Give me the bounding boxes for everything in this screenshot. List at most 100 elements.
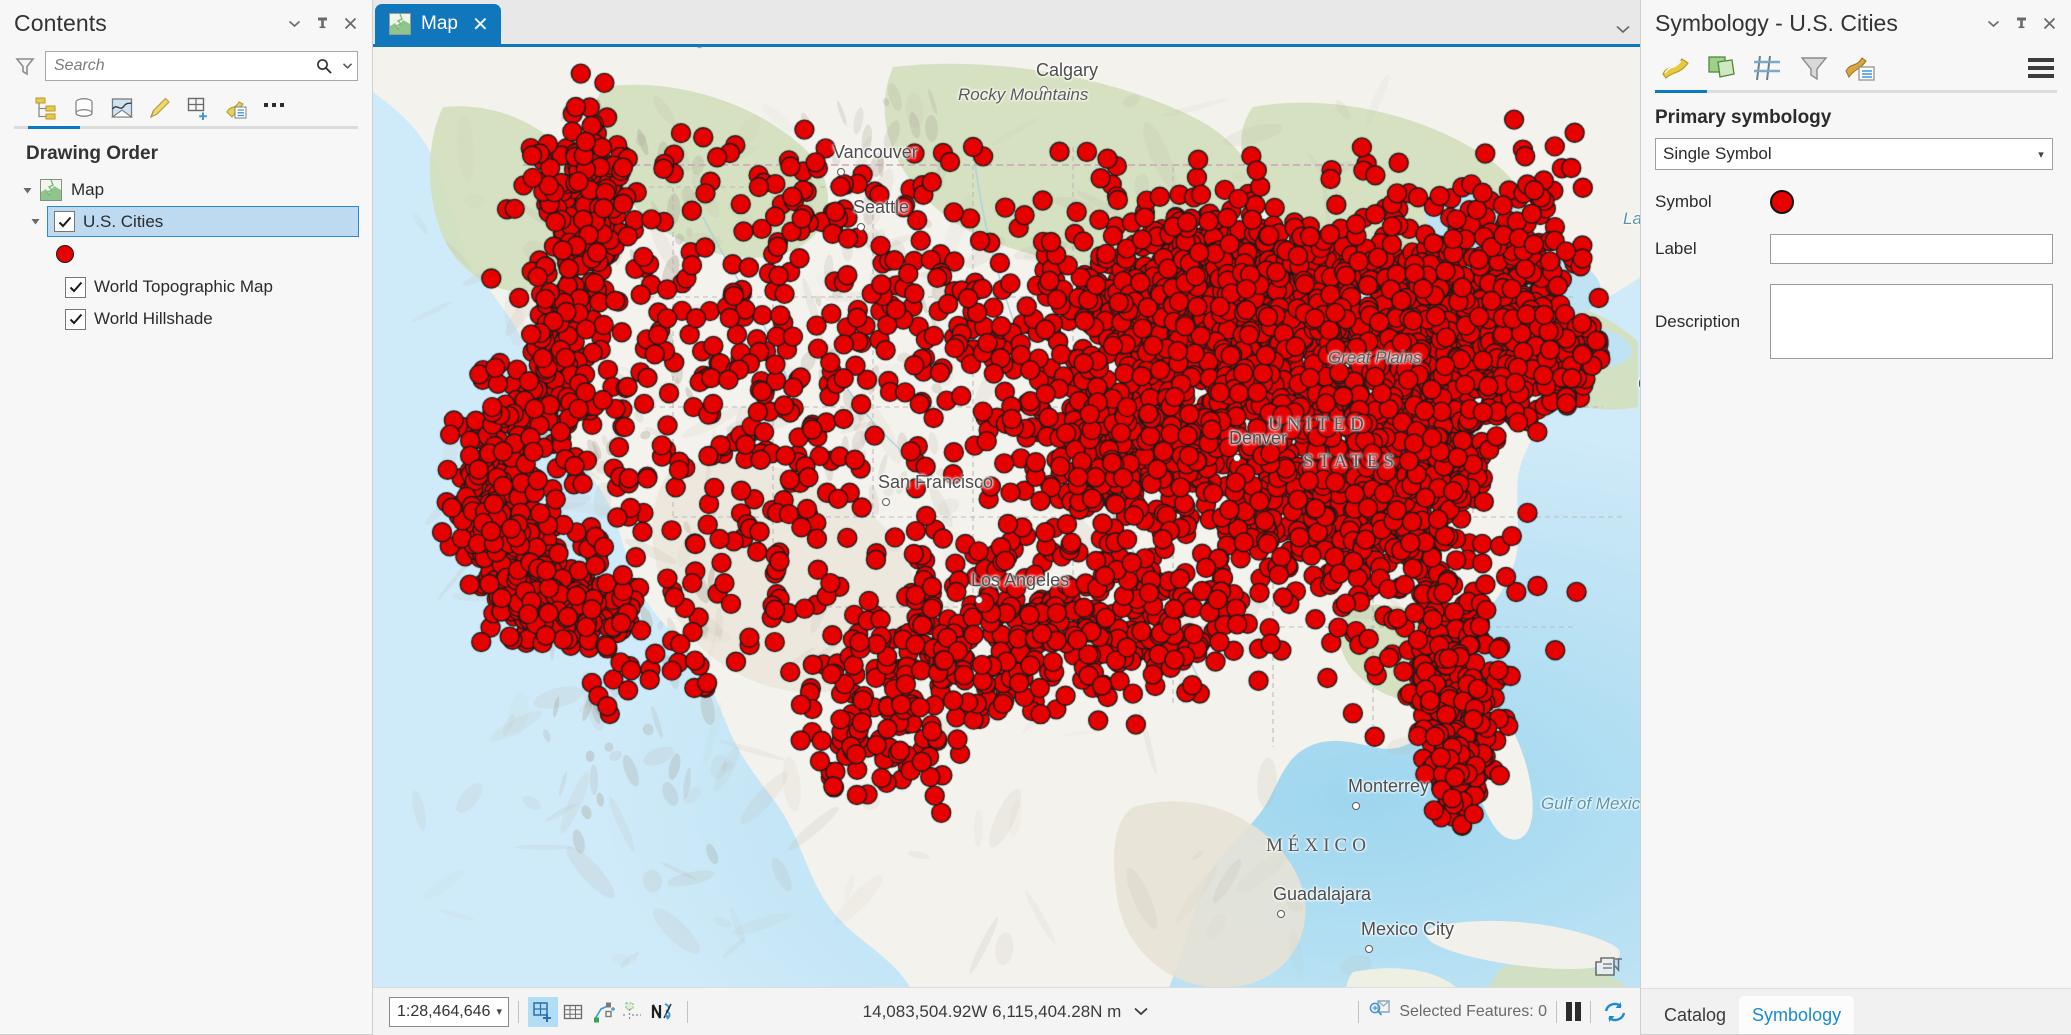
map-coordinates-value: 14,083,504.92W 6,115,404.28N m [863,1002,1122,1022]
description-row: Description [1655,284,2053,359]
status-bar-right: Selected Features: 0 [1349,997,1630,1027]
refresh-icon[interactable] [1600,997,1630,1027]
basemap-city-dot-icon [882,498,890,506]
list-by-selection-icon[interactable] [104,91,140,125]
contents-tab-underline [14,126,358,129]
symbology-display-tab[interactable] [1839,49,1881,87]
pause-drawing-icon[interactable] [1566,1002,1581,1021]
label-input[interactable] [1770,234,2053,264]
tab-map[interactable]: Map ✕ [375,4,501,44]
layer-visibility-checkbox[interactable] [65,277,86,298]
list-by-data-source-icon[interactable] [66,91,102,125]
more-options-icon[interactable] [256,91,292,125]
tab-catalog[interactable]: Catalog [1651,996,1739,1034]
basemap-city-dot-icon [1233,454,1241,462]
explore-tool-icon[interactable] [528,997,558,1027]
description-field-label: Description [1655,312,1770,332]
tabstrip-overflow-chevron-icon[interactable] [1614,23,1632,38]
symbology-chevron-down-icon[interactable] [1979,9,2007,37]
selected-features-status[interactable]: Selected Features: 0 [1368,998,1547,1025]
layer-visibility-checkbox[interactable] [65,309,86,330]
symbol-row: Symbol [1655,190,2053,214]
symbology-layers-tab[interactable] [1701,49,1743,87]
divider [1590,1001,1591,1023]
selected-features-label: Selected Features: 0 [1399,1003,1547,1021]
expand-triangle-icon[interactable] [26,216,44,227]
symbology-tab-underline [1655,90,2057,93]
tree-item-world-hillshade[interactable]: World Hillshade [0,303,372,335]
map-scale-combo[interactable]: 1:28,464,646 ▾ [389,997,509,1027]
symbology-variables-tab[interactable] [1793,49,1835,87]
contents-pane: Contents Search Drawing Order Map U.S. C… [0,0,373,1035]
symbology-body: Primary symbology Single Symbol ▾ Symbol… [1641,93,2071,359]
list-by-labeling-icon[interactable] [218,91,254,125]
contents-search-row [0,46,372,82]
tree-item-label: U.S. Cities [83,212,163,232]
symbol-swatch-button[interactable] [1770,190,1794,214]
tree-item-label: Map [71,180,104,200]
filter-icon[interactable] [14,55,36,77]
tree-item-map[interactable]: Map [0,174,372,206]
hamburger-menu-icon[interactable] [2023,53,2059,83]
symbology-close-icon[interactable] [2035,9,2063,37]
primary-symbology-label: Primary symbology [1655,107,2053,129]
divider [1358,1001,1359,1023]
basemap-city-dot-icon [1352,802,1360,810]
list-by-drawing-order-icon[interactable] [28,91,64,125]
search-box[interactable] [45,51,358,81]
us-cities-point-layer [373,47,1640,987]
description-input[interactable] [1770,284,2053,359]
contents-toolbar [0,82,372,126]
tree-item-label: World Hillshade [94,309,213,329]
tab-close-icon[interactable]: ✕ [468,12,489,37]
measure-icon[interactable] [618,997,648,1027]
dock-pane-tabs: Catalog Symbology [1641,988,2071,1034]
contents-chevron-down-icon[interactable] [280,9,308,37]
map-area: Map ✕ Calgary Vancouver Seattle San Francis… [373,0,1640,1035]
chevron-down-icon[interactable]: ▾ [490,1005,508,1018]
map-scale-value: 1:28,464,646 [390,1003,490,1021]
symbology-pane-title: Symbology - U.S. Cities [1655,10,1979,37]
symbology-pane-header: Symbology - U.S. Cities [1641,0,2071,46]
layer-visibility-checkbox[interactable] [54,211,75,232]
primary-symbology-select[interactable]: Single Symbol ▾ [1655,138,2053,170]
esri-attribution-icon[interactable] [1592,953,1626,979]
expand-triangle-icon[interactable] [18,185,36,196]
symbology-scales-tab[interactable] [1747,49,1789,87]
grid-icon[interactable] [558,997,588,1027]
symbology-pin-icon[interactable] [2007,9,2035,37]
basemap-city-dot-icon [1277,910,1285,918]
tree-item-label: World Topographic Map [94,277,273,297]
divider [518,1001,519,1023]
list-by-editing-icon[interactable] [142,91,178,125]
contents-tree: Map U.S. Cities World Topographic Map Wo… [0,165,372,335]
list-by-snapping-icon[interactable] [180,91,216,125]
coordinates-chevron-down-icon[interactable] [1132,1002,1150,1022]
vertices-icon[interactable] [588,997,618,1027]
tab-symbology[interactable]: Symbology [1739,996,1854,1034]
chevron-down-icon[interactable]: ▾ [2030,148,2052,161]
select-features-icon [1368,998,1392,1025]
basemap-city-dot-icon [975,596,983,604]
map-canvas[interactable]: Calgary Vancouver Seattle San Francisco Los … [373,44,1640,987]
symbology-tab-row [1641,46,2071,88]
search-options-chevron-icon[interactable] [337,52,357,80]
search-icon[interactable] [311,52,337,80]
symbology-gallery-tab[interactable] [1655,49,1697,87]
contents-pin-icon[interactable] [308,9,336,37]
layer-legend-row [0,237,372,271]
label-row: Label [1655,234,2053,264]
legend-point-symbol-icon[interactable] [56,245,74,263]
symbology-pane: Symbology - U.S. Cities Primary symbolog… [1640,0,2071,1035]
map-icon [40,179,62,201]
tree-item-world-topographic-map[interactable]: World Topographic Map [0,271,372,303]
north-arrow-icon[interactable] [648,997,678,1027]
divider [1556,1001,1557,1023]
primary-symbology-value: Single Symbol [1656,144,2030,164]
symbol-label: Symbol [1655,192,1770,212]
tree-item-us-cities[interactable]: U.S. Cities [47,206,359,237]
search-input[interactable] [46,52,311,80]
contents-close-icon[interactable] [336,9,364,37]
map-icon [389,13,411,35]
divider [687,1001,688,1023]
